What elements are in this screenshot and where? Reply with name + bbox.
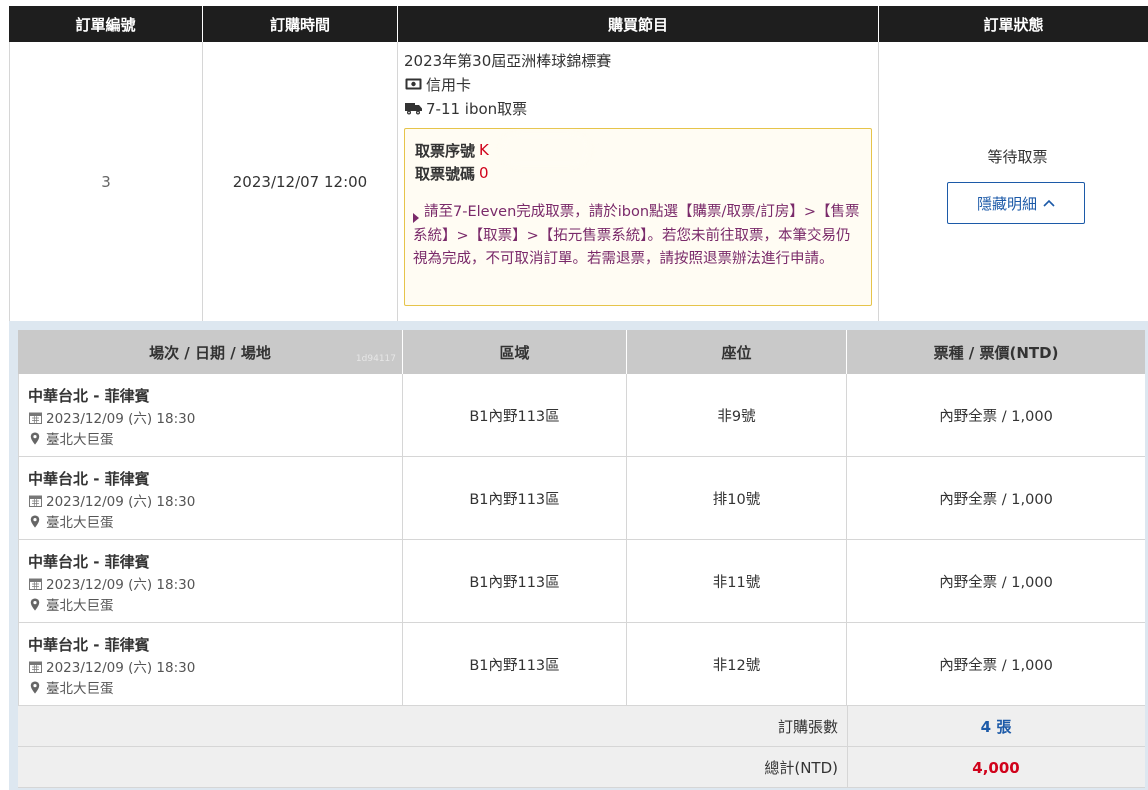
datetime-text: 2023/12/09 (六) 18:30: [46, 494, 196, 510]
header-order-time: 訂購時間: [203, 6, 398, 42]
status-cell: 等待取票 隱藏明細: [879, 42, 1148, 322]
table-row-area: B1內野113區: [403, 540, 627, 623]
hide-details-label: 隱藏明細: [976, 194, 1037, 213]
program-cell: 2023年第30屆亞洲棒球錦標賽 信用卡 7-11 ibon取票 取票序號 K …: [398, 42, 879, 322]
pickup-code-row: 取票號碼 0: [415, 162, 489, 184]
venue-text: 臺北大巨蛋: [46, 432, 114, 448]
venue-text: 臺北大巨蛋: [46, 515, 114, 531]
order-status: 等待取票: [987, 148, 1048, 166]
qty-value: 4 張: [980, 718, 1012, 736]
redaction-smudge: [500, 133, 590, 167]
order-number: 3: [101, 172, 111, 191]
order-time: 2023/12/07 12:00: [232, 172, 368, 191]
match-datetime: 2023/12/09 (六) 18:30: [28, 491, 196, 510]
program-title: 2023年第30屆亞洲棒球錦標賽: [404, 51, 612, 70]
match-name: 中華台北 - 菲律賓: [28, 387, 150, 405]
match-venue: 臺北大巨蛋: [28, 678, 114, 697]
table-row-ticket: 內野全票 / 1,000: [847, 540, 1145, 623]
table-row-area: B1內野113區: [403, 374, 627, 457]
match-name: 中華台北 - 菲律賓: [28, 636, 150, 654]
match-datetime: 2023/12/09 (六) 18:30: [28, 657, 196, 676]
truck-icon: [404, 101, 422, 115]
order-table: 訂單編號 訂購時間 購買節目 訂單狀態 3 2023/12/07 12:00 2…: [9, 6, 1148, 322]
footer-total-row: 總計(NTD) 4,000: [18, 747, 1145, 788]
total-label: 總計(NTD): [764, 759, 838, 777]
detail-table: 場次 / 日期 / 場地 1d94117 區域 座位 票種 / 票價(NTD) …: [18, 330, 1145, 790]
table-row-seat: 非12號: [627, 623, 847, 706]
pickup-serial-value: K: [479, 141, 489, 159]
detail-header-ticket: 票種 / 票價(NTD): [847, 330, 1145, 374]
delivery-method: 7-11 ibon取票: [404, 96, 527, 120]
pickup-notice: 取票序號 K 取票號碼 0 請至7-Eleven完成取票，請於ibon點選【購票…: [404, 128, 872, 306]
payment-label: 信用卡: [426, 75, 472, 94]
footer-qty-row: 訂購張數 4 張: [18, 706, 1145, 747]
venue-text: 臺北大巨蛋: [46, 598, 114, 614]
table-row-seat: 非9號: [627, 374, 847, 457]
detail-header-session: 場次 / 日期 / 場地 1d94117: [18, 330, 403, 374]
detail-header-seat: 座位: [627, 330, 847, 374]
datetime-text: 2023/12/09 (六) 18:30: [46, 660, 196, 676]
pickup-serial-row: 取票序號 K: [415, 139, 489, 161]
table-row-session: 中華台北 - 菲律賓 2023/12/09 (六) 18:30 臺北大巨蛋: [18, 540, 403, 623]
pickup-code-label: 取票號碼: [415, 164, 476, 183]
match-venue: 臺北大巨蛋: [28, 429, 114, 448]
pickup-serial-label: 取票序號: [415, 141, 476, 160]
map-pin-icon: [28, 514, 42, 528]
match-name: 中華台北 - 菲律賓: [28, 553, 150, 571]
table-row-area: B1內野113區: [403, 623, 627, 706]
order-time-cell: 2023/12/07 12:00: [203, 42, 398, 322]
table-row-seat: 排10號: [627, 457, 847, 540]
map-pin-icon: [28, 431, 42, 445]
match-venue: 臺北大巨蛋: [28, 512, 114, 531]
watermark: 1d94117: [355, 354, 396, 364]
pickup-code-value: 0: [479, 164, 489, 182]
calendar-icon: [28, 410, 42, 424]
match-datetime: 2023/12/09 (六) 18:30: [28, 574, 196, 593]
payment-method: 信用卡: [404, 72, 471, 96]
pickup-message-block: 請至7-Eleven完成取票，請於ibon點選【購票/取票/訂房】>【售票系統】…: [413, 201, 865, 272]
total-value: 4,000: [972, 758, 1020, 777]
header-order-status: 訂單狀態: [879, 6, 1148, 42]
venue-text: 臺北大巨蛋: [46, 681, 114, 697]
datetime-text: 2023/12/09 (六) 18:30: [46, 411, 196, 427]
cash-icon: [404, 77, 422, 91]
qty-label: 訂購張數: [777, 718, 838, 736]
map-pin-icon: [28, 680, 42, 694]
chevron-up-icon: [1043, 199, 1055, 207]
calendar-icon: [28, 576, 42, 590]
datetime-text: 2023/12/09 (六) 18:30: [46, 577, 196, 593]
match-datetime: 2023/12/09 (六) 18:30: [28, 408, 196, 427]
header-order-number: 訂單編號: [9, 6, 203, 42]
calendar-icon: [28, 493, 42, 507]
table-row-area: B1內野113區: [403, 457, 627, 540]
table-row-session: 中華台北 - 菲律賓 2023/12/09 (六) 18:30 臺北大巨蛋: [18, 623, 403, 706]
table-row-session: 中華台北 - 菲律賓 2023/12/09 (六) 18:30 臺北大巨蛋: [18, 374, 403, 457]
calendar-icon: [28, 659, 42, 673]
caret-right-icon: [413, 208, 419, 227]
header-program: 購買節目: [398, 6, 879, 42]
map-pin-icon: [28, 597, 42, 611]
hide-details-button[interactable]: 隱藏明細: [947, 182, 1085, 224]
delivery-label: 7-11 ibon取票: [426, 99, 528, 118]
table-row-seat: 非11號: [627, 540, 847, 623]
order-number-cell: 3: [9, 42, 203, 322]
match-venue: 臺北大巨蛋: [28, 595, 114, 614]
table-row-ticket: 內野全票 / 1,000: [847, 374, 1145, 457]
match-name: 中華台北 - 菲律賓: [28, 470, 150, 488]
table-row-ticket: 內野全票 / 1,000: [847, 457, 1145, 540]
table-row-session: 中華台北 - 菲律賓 2023/12/09 (六) 18:30 臺北大巨蛋: [18, 457, 403, 540]
pickup-message: 請至7-Eleven完成取票，請於ibon點選【購票/取票/訂房】>【售票系統】…: [413, 204, 860, 267]
detail-header-session-label: 場次 / 日期 / 場地: [149, 343, 271, 362]
detail-header-area: 區域: [403, 330, 627, 374]
table-row-ticket: 內野全票 / 1,000: [847, 623, 1145, 706]
